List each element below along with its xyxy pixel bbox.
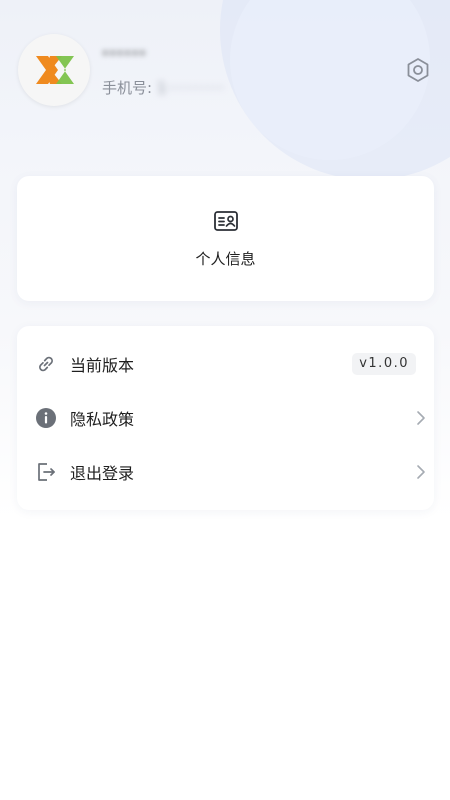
phone-value: 1·········· [156, 79, 226, 97]
menu-item-logout[interactable]: 退出登录 [17, 447, 434, 497]
menu-item-label: 当前版本 [70, 356, 135, 375]
chevron-right-icon [417, 411, 425, 425]
menu-item-privacy-policy[interactable]: 隐私政策 [17, 393, 434, 443]
phone-number: 手机号: 1·········· [102, 77, 225, 98]
version-badge: v1.0.0 [352, 353, 416, 375]
profile-card: 个人信息 [17, 176, 434, 301]
logout-icon [35, 461, 57, 483]
settings-menu: 当前版本 v1.0.0 隐私政策 退出登录 [17, 326, 434, 510]
profile-page: ······ 手机号: 1·········· 个人信息 当前版本 v1.0.0… [0, 0, 450, 800]
link-icon [35, 353, 57, 375]
chevron-right-icon [417, 465, 425, 479]
phone-label: 手机号: [102, 79, 153, 97]
user-header: ······ 手机号: 1·········· [0, 0, 450, 150]
avatar[interactable] [18, 34, 90, 106]
menu-item-label: 隐私政策 [70, 410, 135, 429]
personal-info-label: 个人信息 [195, 250, 256, 268]
personal-info-button[interactable]: 个人信息 [17, 176, 434, 301]
settings-button[interactable] [404, 56, 432, 84]
menu-item-label: 退出登录 [70, 464, 135, 483]
id-card-icon [213, 211, 238, 231]
gear-icon [407, 58, 429, 82]
user-name: ······ [102, 44, 147, 64]
menu-item-version[interactable]: 当前版本 v1.0.0 [17, 339, 434, 389]
info-icon [35, 407, 57, 429]
app-logo-icon [36, 56, 74, 84]
